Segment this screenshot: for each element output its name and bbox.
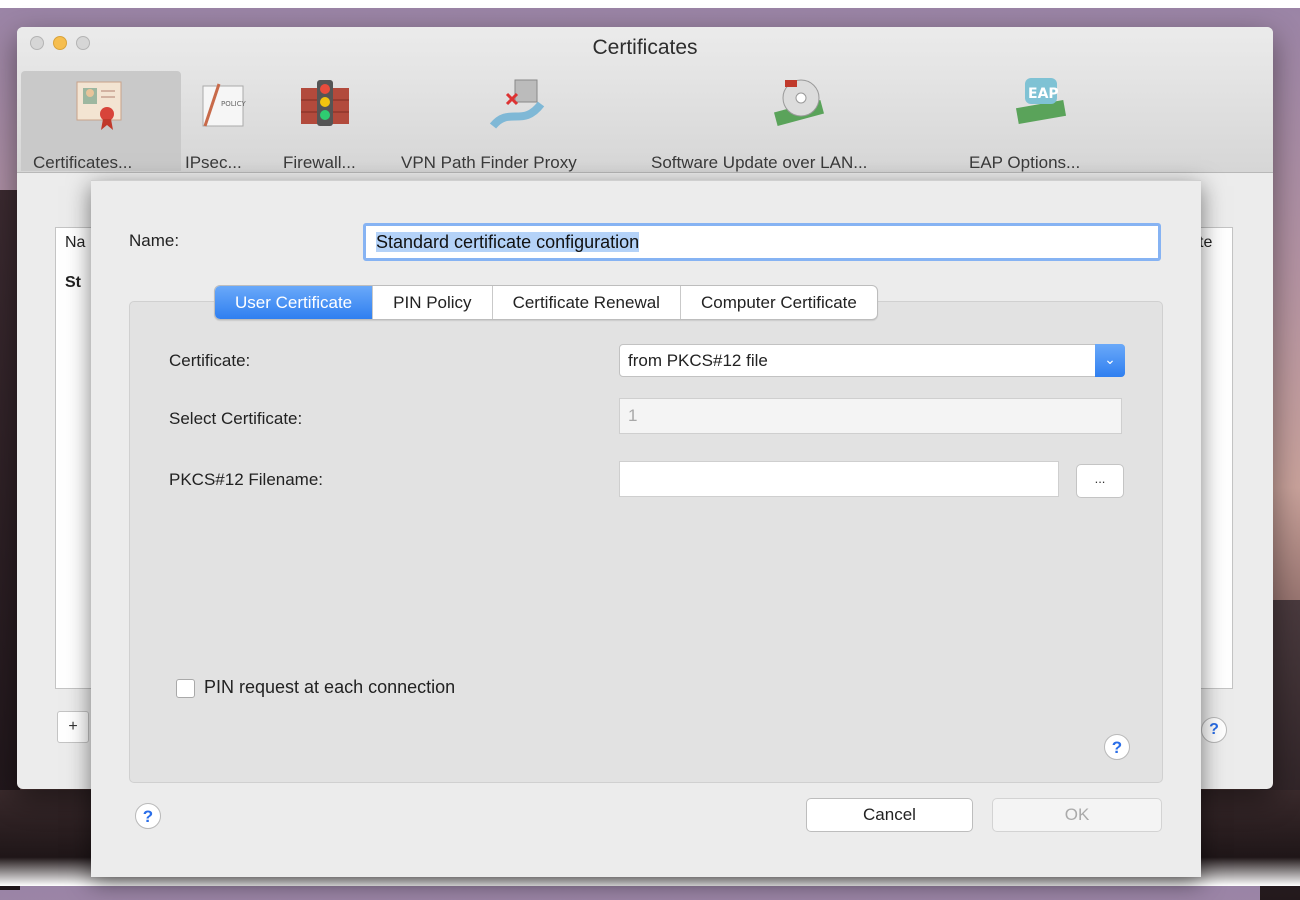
toolbar-item-vpn-path-finder-proxy[interactable]: VPN Path Finder Proxy [397, 71, 647, 172]
toolbar-label-certificates: Certificates... [33, 153, 133, 172]
toolbar-label-firewall: Firewall... [283, 153, 356, 172]
certificate-icon [76, 81, 122, 130]
select-certificate-field: 1 [619, 398, 1122, 434]
list-column-header: Na [65, 234, 86, 251]
list-item[interactable]: St [65, 274, 81, 292]
toolbar-label-eap-options: EAP Options... [969, 153, 1081, 172]
ok-button[interactable]: OK [992, 798, 1162, 832]
certificate-list-right-edge [1197, 227, 1233, 689]
toolbar-label-ipsec: IPsec... [185, 153, 242, 172]
tab-user-certificate[interactable]: User Certificate [215, 286, 374, 319]
sheet-help-button[interactable]: ? [135, 803, 161, 829]
svg-text:EAP: EAP [1028, 86, 1059, 102]
desktop-top-strip [0, 0, 1300, 8]
certificate-label: Certificate: [169, 351, 251, 370]
pin-request-label: PIN request at each connection [204, 677, 456, 697]
tab-pin-policy[interactable]: PIN Policy [373, 286, 493, 319]
pkcs12-filename-label: PKCS#12 Filename: [169, 470, 324, 489]
toolbar-label-vpn-path-finder-proxy: VPN Path Finder Proxy [401, 153, 577, 172]
toolbar-item-certificates[interactable]: Certificates... [21, 71, 181, 172]
toolbar-label-software-update: Software Update over LAN... [651, 153, 868, 172]
tab-certificate-renewal[interactable]: Certificate Renewal [493, 286, 681, 319]
tab-computer-certificate[interactable]: Computer Certificate [681, 286, 877, 319]
pkcs12-filename-input[interactable] [619, 461, 1059, 497]
window-toolbar: Certificates Certificates... POLICY IPse… [17, 27, 1273, 173]
software-update-disc-icon [774, 79, 824, 126]
name-input-value: Standard certificate configuration [376, 232, 640, 252]
toolbar-item-eap-options[interactable]: EAP EAP Options... [957, 71, 1117, 172]
svg-text:POLICY: POLICY [221, 100, 246, 108]
chevron-down-icon[interactable]: ⌄ [1095, 344, 1125, 377]
window-help-button[interactable]: ? [1201, 717, 1227, 743]
cancel-button[interactable]: Cancel [806, 798, 973, 832]
window-title: Certificates [592, 36, 698, 59]
firewall-traffic-light-icon [301, 80, 349, 126]
name-label: Name: [129, 231, 180, 250]
eap-card-icon: EAP [1015, 78, 1067, 125]
toolbar-item-ipsec[interactable]: POLICY IPsec... [181, 71, 261, 172]
name-input[interactable]: Standard certificate configuration [363, 223, 1161, 261]
pin-request-checkbox[interactable] [176, 679, 195, 698]
add-configuration-button[interactable]: + [57, 711, 89, 743]
list-column-header-right: te [1199, 234, 1213, 251]
policy-document-icon: POLICY [202, 83, 246, 127]
toolbar-item-software-update[interactable]: Software Update over LAN... [647, 71, 957, 172]
path-finder-icon [489, 79, 545, 129]
certificate-select-value: from PKCS#12 file [628, 351, 768, 370]
select-certificate-label: Select Certificate: [169, 409, 303, 428]
certificate-configuration-sheet: Name: Standard certificate configuration… [91, 180, 1201, 877]
certificate-select[interactable]: from PKCS#12 file ⌄ [619, 344, 1125, 377]
tab-bar: User Certificate PIN Policy Certificate … [214, 285, 878, 320]
toolbar-item-firewall[interactable]: Firewall... [279, 71, 379, 172]
panel-help-button[interactable]: ? [1104, 734, 1130, 760]
browse-file-button[interactable]: ... [1076, 464, 1124, 498]
